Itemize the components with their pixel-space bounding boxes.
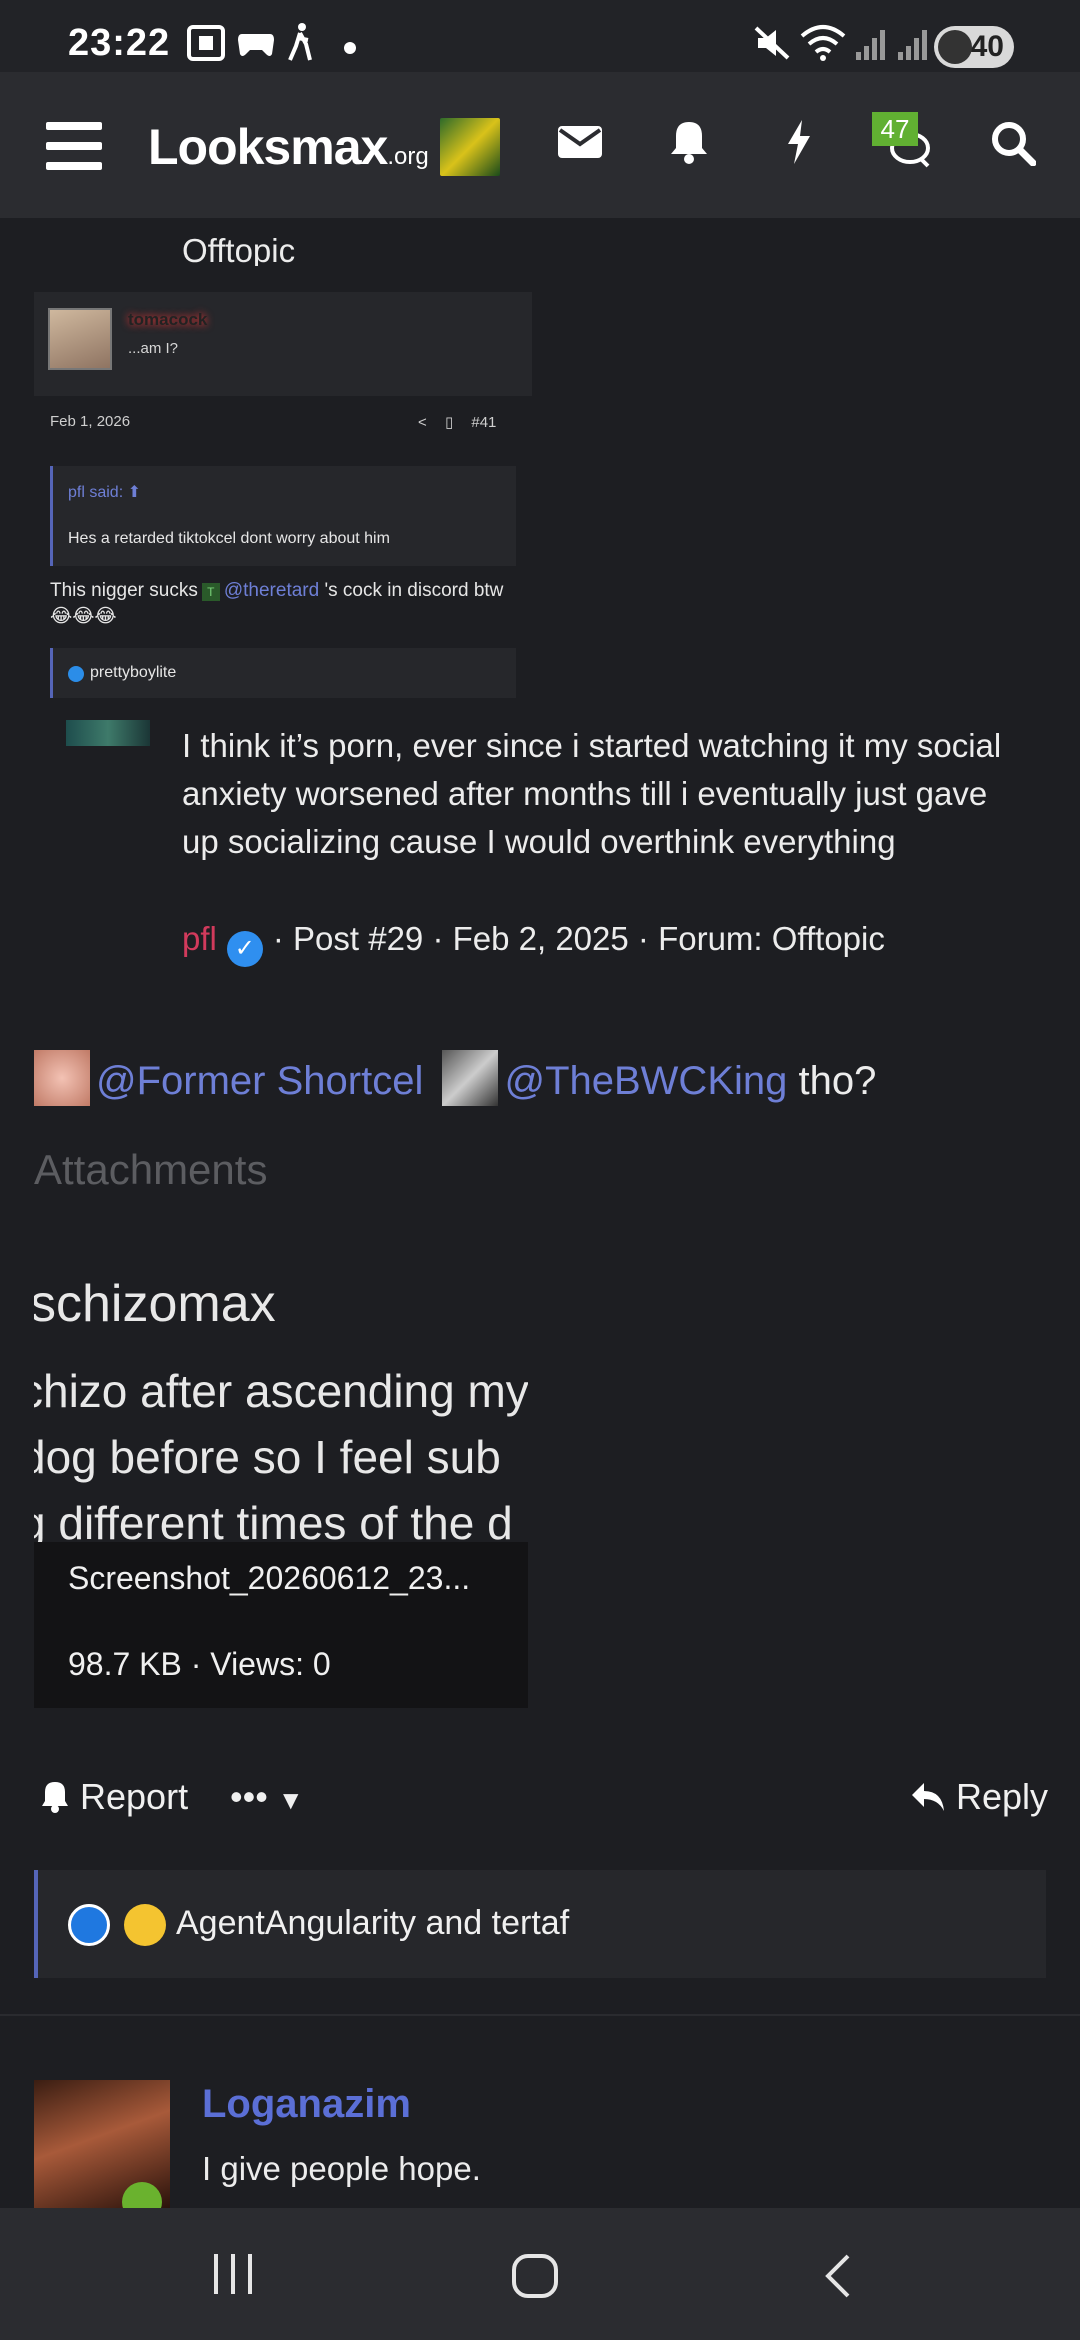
bookmark-icon: ▯ — [444, 414, 454, 431]
embedded-post-meta: < ▯ #41 — [418, 413, 496, 431]
walking-icon — [286, 22, 316, 71]
embedded-username: tomacock — [128, 310, 208, 329]
reply-button[interactable]: Reply — [910, 1776, 1048, 1818]
search-icon[interactable] — [990, 120, 1037, 171]
like-icon — [68, 666, 84, 682]
menu-icon[interactable] — [46, 122, 102, 170]
reply-label: Reply — [956, 1776, 1049, 1817]
inbox-icon[interactable] — [556, 122, 604, 167]
mention-line: @Former Shortcel @TheBWCKing tho? — [34, 1050, 876, 1106]
verified-icon: ✓ — [226, 931, 263, 967]
more-label: ••• — [230, 1776, 268, 1817]
mention-avatar-1[interactable] — [34, 1050, 90, 1106]
quoted-post-author[interactable]: pfl — [182, 920, 217, 957]
attachment-file-info: 98.7 KB · Views: 0 — [68, 1646, 331, 1682]
mention-avatar-2[interactable] — [442, 1050, 499, 1106]
embedded-quote-author: pfl said: ⬆ — [68, 484, 141, 501]
mention-tag-icon: T — [201, 583, 220, 601]
notification-dot-icon — [344, 42, 356, 54]
attachment-filename: Screenshot_20260612_23... — [68, 1560, 471, 1596]
mention-thebwcking[interactable]: @TheBWCKing — [504, 1059, 787, 1103]
report-button[interactable]: Report — [40, 1776, 188, 1818]
partial-forum-label: Offtopic — [182, 232, 296, 266]
post-thumbnail[interactable] — [66, 720, 150, 746]
bell-icon — [40, 1776, 80, 1817]
alerts-badge: 47 — [872, 112, 918, 146]
screenshot-icon — [186, 24, 226, 71]
chevron-down-icon: ▼ — [277, 1785, 304, 1815]
logo-suffix: .org — [387, 143, 429, 170]
attachment-preview-line: chizo after ascending my — [34, 1365, 528, 1417]
lightning-icon[interactable] — [784, 118, 814, 171]
logo-text: Looksmax — [148, 119, 388, 175]
mention-former-shortcel[interactable]: @Former Shortcel — [96, 1059, 423, 1103]
next-post-username[interactable]: Loganazim — [202, 2082, 411, 2127]
report-label: Report — [80, 1776, 189, 1817]
embedded-quote-block — [50, 466, 516, 566]
game-controller-icon — [236, 24, 276, 69]
quoted-post-text: I think it’s porn, ever since i started … — [182, 727, 1002, 860]
like-reaction-icon — [68, 1904, 110, 1946]
embedded-mention: @theretard — [223, 580, 320, 601]
reactions-users[interactable]: AgentAngularity and tertaf — [176, 1904, 569, 1943]
embedded-body-start: This nigger sucks — [50, 580, 198, 601]
status-time: 23:22 — [68, 22, 171, 64]
user-avatar[interactable] — [440, 118, 500, 176]
quoted-post-meta: pfl ✓ · Post #29 · Feb 2, 2025 · Forum: Of… — [182, 920, 885, 967]
site-logo[interactable]: Looksmax.org — [148, 118, 429, 176]
more-options-button[interactable]: ••• ▼ — [230, 1776, 304, 1818]
embedded-post-number: #41 — [471, 414, 497, 431]
bell-icon[interactable] — [668, 118, 710, 169]
attachment-thumbnail[interactable]: schizomax chizo after ascending my dog b… — [34, 1250, 528, 1708]
laugh-reaction-icon — [124, 1904, 166, 1946]
wifi-icon — [800, 24, 846, 71]
attachments-heading: Attachments — [34, 1146, 268, 1193]
signal-icon-2 — [896, 28, 930, 71]
attachment-preview-line: dog before so I feel sub — [34, 1431, 501, 1483]
signal-icon-1 — [854, 28, 888, 71]
reply-arrow-icon — [910, 1776, 956, 1817]
embedded-quote-text: Hes a retarded tiktokcel dont worry abou… — [68, 530, 390, 547]
battery-level: 40 — [970, 30, 1004, 63]
share-icon: < — [418, 414, 427, 431]
embedded-user-title: ...am I? — [128, 340, 179, 357]
mute-icon — [754, 26, 790, 69]
quoted-post-details[interactable]: · Post #29 · Feb 2, 2025 · Forum: Offtop… — [273, 920, 885, 957]
embedded-post-body: This nigger sucks T @theretard 's cock in … — [50, 578, 516, 630]
back-icon[interactable] — [822, 2252, 854, 2305]
embedded-date: Feb 1, 2026 — [50, 413, 131, 430]
embedded-avatar — [48, 308, 112, 370]
recent-apps-icon[interactable] — [210, 2252, 256, 2301]
battery-indicator: 40 — [934, 26, 1014, 68]
next-post-user-title: I give people hope. — [202, 2150, 481, 2187]
post-divider — [0, 2014, 1080, 2016]
up-arrow-icon: ⬆ — [127, 484, 141, 501]
home-icon[interactable] — [510, 2252, 560, 2305]
mention-suffix: tho? — [798, 1059, 877, 1103]
attachment-preview-line: schizomax — [34, 1275, 276, 1333]
embedded-reaction-user: prettyboylite — [90, 664, 177, 681]
battery-saver-icon — [938, 30, 972, 64]
